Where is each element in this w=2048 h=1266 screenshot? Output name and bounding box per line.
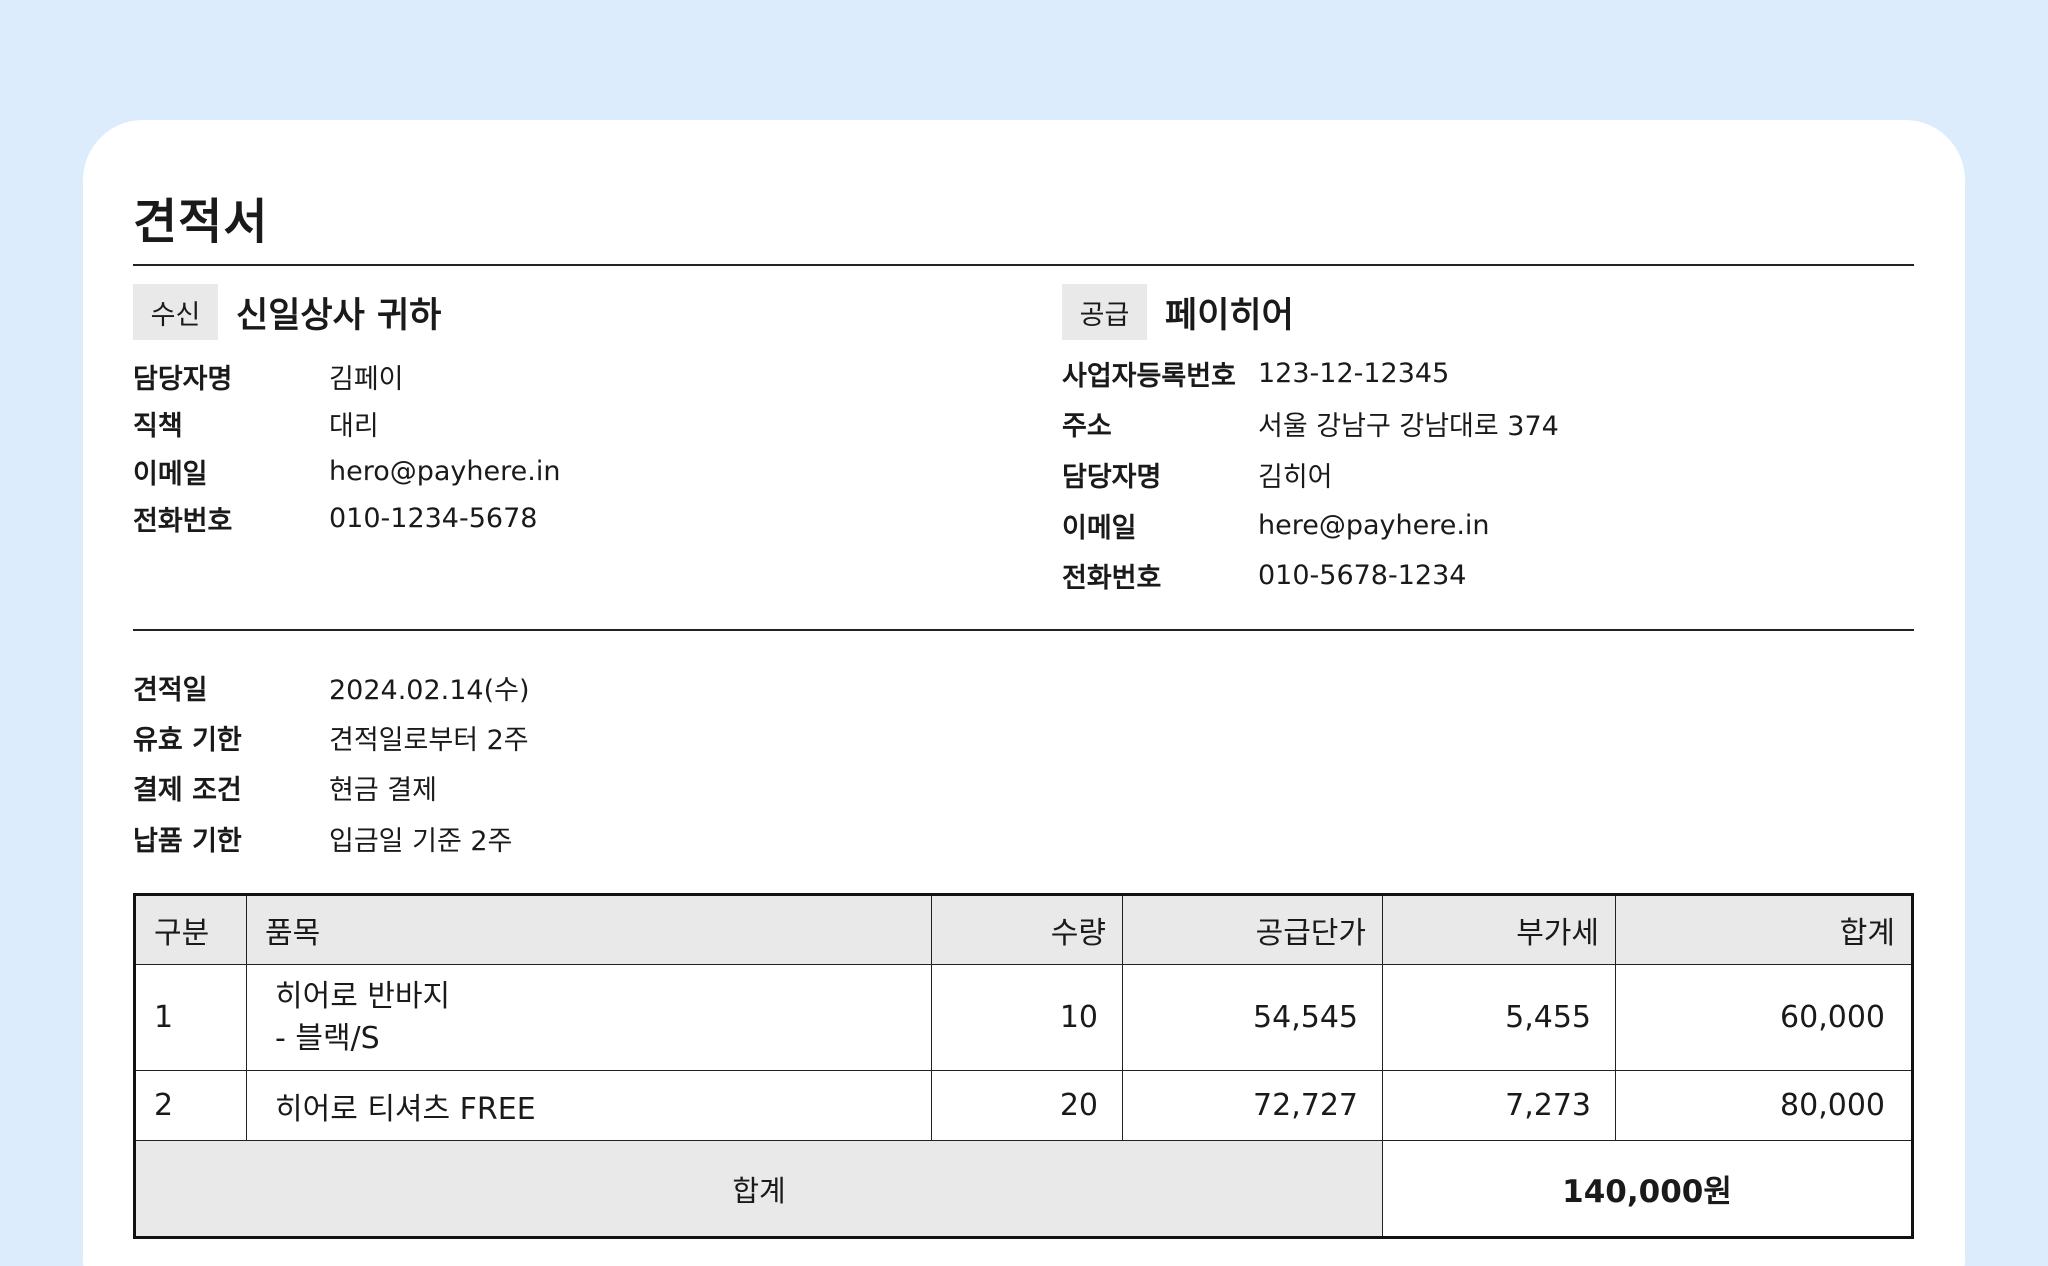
recipient-field-phone: 전화번호 010-1234-5678 (133, 502, 538, 537)
recipient-header: 수신 신일상사 귀하 (133, 284, 441, 340)
recipient-field-email: 이메일 hero@payhere.in (133, 455, 561, 490)
table-row-1-vat: 5,455 (1383, 965, 1616, 1071)
recipient-field-position: 직책 대리 (133, 410, 379, 442)
table-row-2-vat: 7,273 (1383, 1071, 1616, 1141)
table-header-item: 품목 (247, 896, 932, 965)
table-row-1-qty: 10 (932, 965, 1123, 1071)
table-row-1-unit-price: 54,545 (1123, 965, 1383, 1071)
table-header-qty: 수량 (932, 896, 1123, 965)
table-header-no: 구분 (136, 896, 247, 965)
table-header-vat: 부가세 (1383, 896, 1616, 965)
quote-table: 구분 품목 수량 공급단가 부가세 합계 1 히어로 반바지 - 블랙/S 10… (133, 893, 1914, 1239)
supplier-field-phone: 전화번호 010-5678-1234 (1062, 559, 1467, 594)
page-title: 견적서 (133, 194, 269, 250)
supplier-field-business-number: 사업자등록번호 123-12-12345 (1062, 357, 1450, 392)
recipient-field-contact: 담당자명 김페이 (133, 363, 404, 395)
table-row-1-item-option: - 블랙/S (275, 1020, 380, 1056)
table-sum-value: 140,000원 (1562, 1174, 1732, 1210)
recipient-badge: 수신 (133, 284, 218, 340)
table-row-1-item-name: 히어로 반바지 (275, 978, 451, 1014)
table-row-2-item: 히어로 티셔츠 FREE (247, 1071, 932, 1141)
supplier-name: 페이히어 (1165, 295, 1294, 336)
supplier-field-contact: 담당자명 김히어 (1062, 461, 1333, 493)
title-divider (133, 264, 1914, 266)
table-row-2-no: 2 (136, 1071, 247, 1141)
term-delivery: 납품 기한 입금일 기준 2주 (133, 825, 513, 857)
term-valid-until: 유효 기한 견적일로부터 2주 (133, 724, 529, 756)
recipient-name: 신일상사 귀하 (236, 295, 442, 336)
table-sum-label: 합계 (136, 1141, 1383, 1236)
term-quote-date: 견적일 2024.02.14(수) (133, 674, 530, 706)
supplier-header: 공급 페이히어 (1062, 284, 1294, 340)
supplier-field-email: 이메일 here@payhere.in (1062, 509, 1490, 544)
table-row-2-unit-price: 72,727 (1123, 1071, 1383, 1141)
table-row-2-total: 80,000 (1616, 1071, 1911, 1141)
table-row-1-item: 히어로 반바지 - 블랙/S (247, 965, 932, 1071)
term-payment: 결제 조건 현금 결제 (133, 774, 437, 806)
table-row-2-qty: 20 (932, 1071, 1123, 1141)
supplier-badge: 공급 (1062, 284, 1147, 340)
table-row-1-no: 1 (136, 965, 247, 1071)
section-divider (133, 629, 1914, 631)
table-row-1-total: 60,000 (1616, 965, 1911, 1071)
supplier-field-address: 주소 서울 강남구 강남대로 374 (1062, 410, 1559, 442)
table-header-unit-price: 공급단가 (1123, 896, 1383, 965)
quote-card: 견적서 수신 신일상사 귀하 담당자명 김페이 직책 대리 이메일 hero@p… (83, 120, 1965, 1266)
table-header-total: 합계 (1616, 896, 1911, 965)
